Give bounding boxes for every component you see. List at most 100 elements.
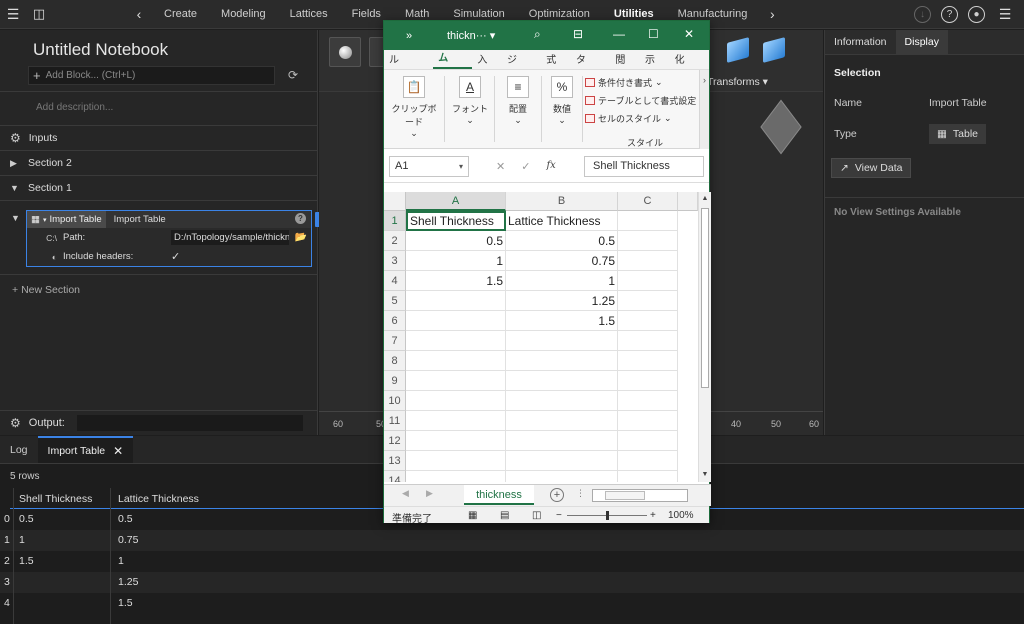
excel-title-bar[interactable]: » thickn··· ▾ ⌕ ⊟ — ☐ ✕: [384, 21, 709, 50]
table-cell[interactable]: [406, 371, 506, 391]
cell-c4[interactable]: [618, 271, 678, 291]
cell-b4[interactable]: 1: [506, 271, 618, 291]
row-header[interactable]: 9: [384, 371, 406, 391]
column-header[interactable]: Lattice Thickness: [118, 493, 199, 505]
cell-c3[interactable]: [618, 251, 678, 271]
excel-filename[interactable]: thickn··· ▾: [447, 29, 495, 42]
output-field[interactable]: [76, 415, 303, 431]
table-cell[interactable]: [406, 391, 506, 411]
new-section-button[interactable]: + New Section: [12, 284, 80, 296]
confirm-icon[interactable]: ✓: [521, 160, 530, 173]
zoom-out-icon[interactable]: −: [556, 510, 562, 521]
cell-a3[interactable]: 1: [406, 251, 506, 271]
cell-a5[interactable]: [406, 291, 506, 311]
cell-c6[interactable]: [618, 311, 678, 331]
table-cell[interactable]: [618, 331, 678, 351]
add-block-input[interactable]: + Add Block... (Ctrl+L): [28, 66, 275, 85]
tab-import-table[interactable]: Import Table ✕: [37, 436, 134, 464]
scroll-down-icon[interactable]: ▼: [699, 469, 711, 481]
table-cell[interactable]: [618, 431, 678, 451]
row-header[interactable]: 5: [384, 291, 406, 311]
tab-modeling[interactable]: Modeling: [209, 0, 278, 29]
table-cell[interactable]: [618, 411, 678, 431]
table-cell[interactable]: [618, 351, 678, 371]
ribbon-scroll-icon[interactable]: ›: [699, 70, 709, 149]
import-table-block[interactable]: ▦ ▾ Import Table Import Table ? C:\ Path…: [26, 210, 312, 267]
block-type-selector[interactable]: ▦ ▾ Import Table: [27, 211, 106, 228]
name-box[interactable]: A1 ▾: [389, 156, 469, 177]
table-cell[interactable]: [618, 391, 678, 411]
row-header[interactable]: 12: [384, 431, 406, 451]
cell-a6[interactable]: [406, 311, 506, 331]
chevron-left-icon[interactable]: ‹: [126, 0, 152, 29]
view-data-button[interactable]: ↗ View Data: [831, 158, 911, 178]
close-icon[interactable]: ✕: [113, 438, 123, 464]
table-cell[interactable]: [618, 371, 678, 391]
row-header[interactable]: 13: [384, 451, 406, 471]
download-icon[interactable]: ↓: [914, 6, 931, 23]
tab-information[interactable]: Information: [825, 30, 896, 54]
spreadsheet-grid[interactable]: A B C 1 2 3 4 5 6 7 8 9 10 11 12 13 14 S…: [384, 192, 711, 482]
quick-access-icon[interactable]: »: [396, 30, 422, 42]
cancel-icon[interactable]: ✕: [496, 160, 505, 173]
folder-icon[interactable]: 📂: [295, 232, 307, 243]
chevron-right-icon[interactable]: ›: [759, 0, 785, 29]
row-header[interactable]: 7: [384, 331, 406, 351]
block-name[interactable]: Import Table: [106, 214, 166, 225]
notebook-title[interactable]: Untitled Notebook: [33, 40, 168, 60]
cell-a4[interactable]: 1.5: [406, 271, 506, 291]
table-cell[interactable]: [618, 471, 678, 482]
search-icon[interactable]: ⌕: [534, 27, 541, 42]
cell-b5[interactable]: 1.25: [506, 291, 618, 311]
table-cell[interactable]: [406, 431, 506, 451]
cell-c1[interactable]: [618, 211, 678, 231]
table-cell[interactable]: [506, 371, 618, 391]
row-header[interactable]: 2: [384, 231, 406, 251]
block-collapse-icon[interactable]: ▼: [11, 213, 20, 223]
column-header-d[interactable]: [678, 192, 698, 211]
normal-view-icon[interactable]: ▦: [468, 510, 477, 521]
cell-b1[interactable]: Lattice Thickness: [506, 211, 618, 231]
format-as-table-button[interactable]: テーブルとして書式設定: [585, 94, 696, 107]
row-header[interactable]: 1: [384, 211, 406, 231]
hamburger-menu-icon[interactable]: ☰: [0, 0, 26, 29]
column-header-b[interactable]: B: [506, 192, 618, 211]
help-icon[interactable]: ?: [941, 6, 958, 23]
conditional-format-button[interactable]: 条件付き書式 ⌄: [585, 76, 663, 89]
section-2-row[interactable]: ▶ Section 2: [10, 157, 72, 169]
row-header[interactable]: 8: [384, 351, 406, 371]
transform-cube-icon[interactable]: [727, 37, 749, 63]
zoom-level[interactable]: 100%: [668, 510, 694, 521]
cell-b3[interactable]: 0.75: [506, 251, 618, 271]
table-cell[interactable]: [506, 331, 618, 351]
table-cell[interactable]: [506, 391, 618, 411]
cell-b2[interactable]: 0.5: [506, 231, 618, 251]
account-icon[interactable]: ●: [968, 6, 985, 23]
page-layout-icon[interactable]: ▤: [500, 510, 509, 521]
transforms-menu[interactable]: Transforms ▾: [707, 76, 768, 88]
row-header[interactable]: 6: [384, 311, 406, 331]
close-icon[interactable]: ✕: [684, 27, 694, 41]
row-header[interactable]: 3: [384, 251, 406, 271]
minimize-icon[interactable]: —: [613, 27, 625, 41]
formula-input[interactable]: Shell Thickness: [584, 156, 704, 177]
table-cell[interactable]: [506, 411, 618, 431]
zoom-slider-thumb[interactable]: [606, 511, 609, 520]
cell-a2[interactable]: 0.5: [406, 231, 506, 251]
number-group[interactable]: % 数値 ⌄: [542, 76, 582, 126]
sheet-prev-icon[interactable]: ◀: [402, 488, 409, 499]
scrollbar-thumb[interactable]: [605, 491, 645, 500]
help-icon[interactable]: ?: [295, 213, 306, 224]
excel-window[interactable]: » thickn··· ▾ ⌕ ⊟ — ☐ ✕ ファイル ホーム 挿入 ページ …: [383, 20, 711, 525]
navigation-cube[interactable]: [760, 99, 802, 155]
page-break-icon[interactable]: ◫: [532, 510, 541, 521]
headers-checkbox[interactable]: ✓: [171, 250, 180, 263]
column-header-a[interactable]: A: [406, 192, 506, 211]
cell-c5[interactable]: [618, 291, 678, 311]
sheet-tab[interactable]: thickness: [464, 485, 534, 505]
sheet-next-icon[interactable]: ▶: [426, 488, 433, 499]
row-header[interactable]: 14: [384, 471, 406, 482]
table-cell[interactable]: [618, 451, 678, 471]
column-header-c[interactable]: C: [618, 192, 678, 211]
maximize-icon[interactable]: ☐: [648, 27, 659, 41]
